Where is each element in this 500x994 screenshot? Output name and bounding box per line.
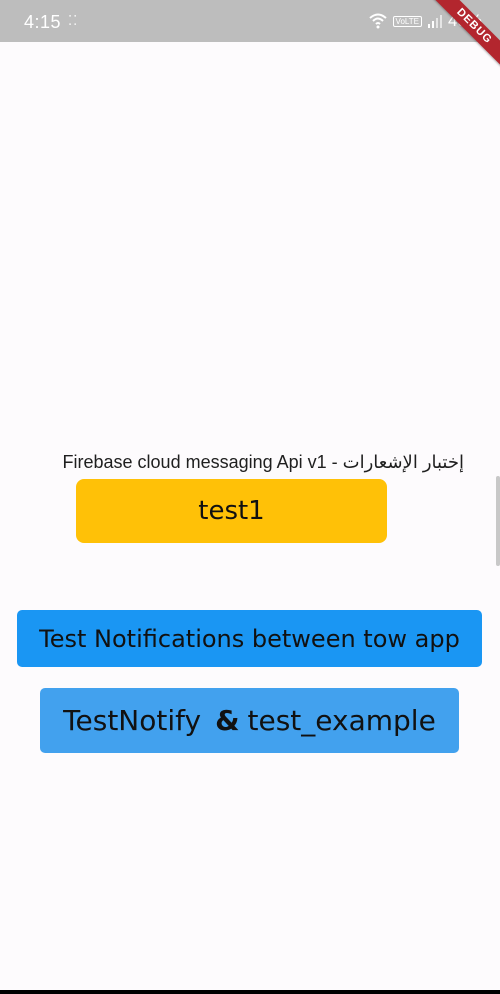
test-notify-label: TestNotify [63,704,202,737]
page-heading: Firebase cloud messaging Api v1 - إختبار… [62,452,464,472]
bottom-edge [0,990,500,994]
status-time: 4:15 [24,12,62,32]
status-bar: 4:15 ⁚⁚ VoLTE 49% [0,0,500,42]
test1-button[interactable]: test1 [76,479,387,543]
signal-icon [427,14,442,28]
volte-badge: VoLTE [392,15,422,27]
test-notify-example-button[interactable]: TestNotify & test_example [40,688,459,753]
scroll-handle[interactable] [496,476,500,566]
ampersand-label: & [215,704,240,737]
test-example-label: test_example [247,704,436,737]
notification-dots-icon: ⁚⁚ [68,13,79,28]
wifi-icon [368,13,387,29]
test-notifications-between-apps-button[interactable]: Test Notifications between tow app [17,610,482,667]
